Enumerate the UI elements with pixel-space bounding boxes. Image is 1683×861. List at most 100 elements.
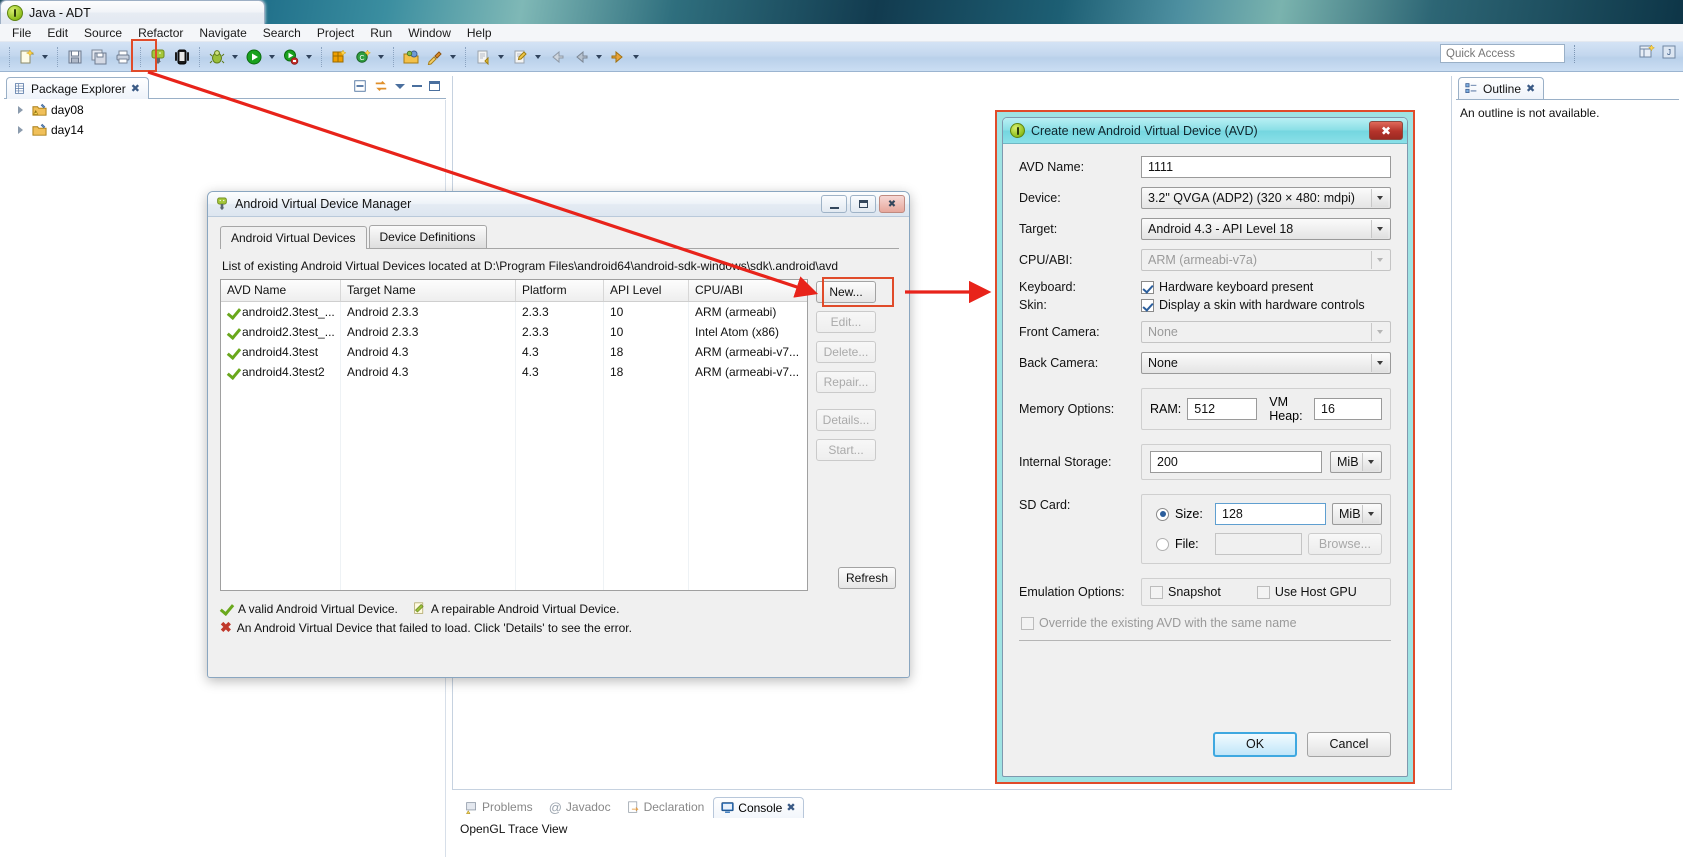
close-icon[interactable]: ✖ [1526, 82, 1535, 95]
cancel-button[interactable]: Cancel [1307, 731, 1391, 757]
back-dropdown-icon[interactable] [593, 46, 604, 68]
table-row[interactable]: android2.3test_... Android 2.3.3 2.3.3 1… [221, 302, 807, 322]
chevron-down-icon[interactable] [1362, 505, 1379, 523]
menu-item-source[interactable]: Source [76, 25, 130, 41]
forward-icon[interactable] [607, 46, 629, 68]
delete-avd-button[interactable]: Delete... [816, 341, 876, 363]
ram-input[interactable]: 512 [1187, 398, 1258, 420]
column-header-api-level[interactable]: API Level [604, 280, 689, 301]
list-item[interactable]: day08 [4, 100, 445, 120]
skin-checkbox-row[interactable]: Display a skin with hardware controls [1141, 298, 1365, 312]
menu-item-file[interactable]: File [4, 25, 39, 41]
chevron-down-icon[interactable] [1371, 354, 1388, 372]
target-select[interactable]: Android 4.3 - API Level 18 [1141, 218, 1391, 240]
tab-declaration[interactable]: Declaration [620, 798, 712, 816]
close-icon[interactable]: ✖ [879, 195, 905, 213]
refresh-button[interactable]: Refresh [838, 567, 896, 589]
menu-item-window[interactable]: Window [400, 25, 459, 41]
sd-size-input[interactable]: 128 [1215, 503, 1326, 525]
debug-icon[interactable] [206, 46, 228, 68]
column-header-target-name[interactable]: Target Name [341, 280, 516, 301]
menu-item-search[interactable]: Search [255, 25, 309, 41]
avd-table[interactable]: AVD Name Target Name Platform API Level … [220, 279, 808, 591]
save-all-icon[interactable] [88, 46, 110, 68]
run-icon[interactable] [243, 46, 265, 68]
edit-avd-button[interactable]: Edit... [816, 311, 876, 333]
new-avd-button[interactable]: New... [816, 281, 876, 303]
column-header-cpu-abi[interactable]: CPU/ABI [689, 280, 807, 301]
maximize-icon[interactable] [850, 195, 876, 213]
previous-edit-icon[interactable] [509, 46, 531, 68]
cpu-abi-select[interactable]: ARM (armeabi-v7a) [1141, 249, 1391, 271]
tab-package-explorer[interactable]: Package Explorer ✖ [6, 77, 149, 99]
table-row[interactable]: android2.3test_... Android 2.3.3 2.3.3 1… [221, 322, 807, 342]
override-checkbox[interactable] [1021, 616, 1034, 630]
quick-access-input[interactable]: Quick Access [1440, 44, 1565, 63]
collapse-all-icon[interactable] [353, 79, 367, 93]
hardware-keyboard-checkbox[interactable] [1141, 280, 1154, 294]
run-dropdown-icon[interactable] [266, 46, 277, 68]
new-class-icon[interactable]: C [352, 46, 374, 68]
next-annotation-icon[interactable] [472, 46, 494, 68]
list-item[interactable]: day14 [4, 120, 445, 140]
menu-item-edit[interactable]: Edit [39, 25, 76, 41]
table-row[interactable]: android4.3test Android 4.3 4.3 18 ARM (a… [221, 342, 807, 362]
minimize-icon[interactable] [821, 195, 847, 213]
menu-item-navigate[interactable]: Navigate [191, 25, 254, 41]
menu-item-run[interactable]: Run [362, 25, 400, 41]
new-class-dropdown-icon[interactable] [375, 46, 386, 68]
browse-button[interactable]: Browse... [1307, 533, 1382, 555]
menu-item-project[interactable]: Project [309, 25, 362, 41]
back-camera-select[interactable]: None [1141, 352, 1391, 374]
back-icon[interactable] [546, 46, 568, 68]
chevron-down-icon[interactable] [1362, 453, 1379, 471]
save-icon[interactable] [64, 46, 86, 68]
android-sdk-manager-icon[interactable] [147, 46, 169, 68]
tab-javadoc[interactable]: @ Javadoc [542, 798, 618, 817]
search-dropdown-icon[interactable] [447, 46, 458, 68]
skin-checkbox[interactable] [1141, 298, 1154, 312]
print-icon[interactable] [112, 46, 134, 68]
link-with-editor-icon[interactable] [374, 79, 388, 93]
device-select[interactable]: 3.2" QVGA (ADP2) (320 × 480: mdpi) [1141, 187, 1391, 209]
next-annotation-dropdown-icon[interactable] [495, 46, 506, 68]
new-android-project-icon[interactable] [328, 46, 350, 68]
close-icon[interactable]: ✖ [131, 82, 140, 95]
menu-item-help[interactable]: Help [459, 25, 500, 41]
chevron-down-icon[interactable] [1371, 189, 1388, 207]
maximize-icon[interactable] [429, 81, 440, 91]
host-gpu-checkbox-row[interactable]: Use Host GPU [1256, 585, 1357, 599]
avd-name-input[interactable]: 1111 [1141, 156, 1391, 178]
minimize-icon[interactable] [412, 85, 422, 87]
previous-edit-dropdown-icon[interactable] [532, 46, 543, 68]
sd-file-radio[interactable] [1156, 537, 1169, 551]
expand-arrow-icon[interactable] [18, 126, 28, 134]
forward-dropdown-icon[interactable] [630, 46, 641, 68]
debug-dropdown-icon[interactable] [229, 46, 240, 68]
tab-outline[interactable]: Outline ✖ [1458, 77, 1545, 99]
open-perspective-icon[interactable] [1639, 44, 1655, 60]
table-row[interactable]: android4.3test2 Android 4.3 4.3 18 ARM (… [221, 362, 807, 382]
new-wizard-dropdown-icon[interactable] [39, 46, 50, 68]
tab-android-virtual-devices[interactable]: Android Virtual Devices [220, 226, 367, 249]
front-camera-select[interactable]: None [1141, 321, 1391, 343]
run-configurations-icon[interactable] [280, 46, 302, 68]
open-type-icon[interactable] [400, 46, 422, 68]
repair-avd-button[interactable]: Repair... [816, 371, 876, 393]
host-gpu-checkbox[interactable] [1256, 585, 1270, 599]
column-header-avd-name[interactable]: AVD Name [221, 280, 341, 301]
vm-heap-input[interactable]: 16 [1314, 398, 1382, 420]
sd-size-radio[interactable] [1156, 507, 1169, 521]
search-icon[interactable] [424, 46, 446, 68]
start-avd-button[interactable]: Start... [816, 439, 876, 461]
close-icon[interactable]: ✖ [1369, 121, 1403, 140]
java-perspective-icon[interactable]: J [1661, 44, 1677, 60]
snapshot-checkbox-row[interactable]: Snapshot [1150, 585, 1221, 599]
sd-file-input[interactable] [1215, 533, 1302, 555]
view-menu-icon[interactable] [395, 83, 405, 89]
chevron-down-icon[interactable] [1371, 220, 1388, 238]
tab-console[interactable]: Console ✖ [713, 796, 804, 818]
override-checkbox-row[interactable]: Override the existing AVD with the same … [1021, 616, 1391, 630]
android-avd-manager-icon[interactable] [171, 46, 193, 68]
forward-back-icon[interactable] [570, 46, 592, 68]
